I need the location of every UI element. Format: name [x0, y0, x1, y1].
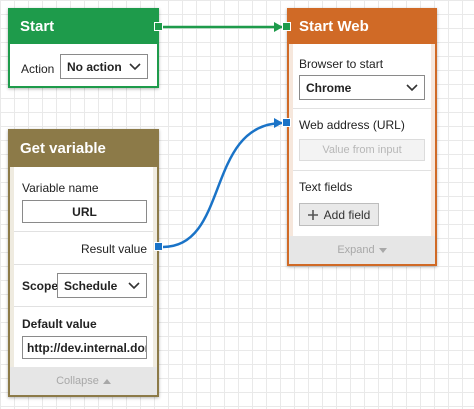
browser-select-value: Chrome: [306, 80, 352, 95]
divider: [293, 108, 431, 109]
result-to-url-connection: [162, 121, 284, 249]
expand-button[interactable]: Expand: [289, 236, 435, 264]
collapse-label: Collapse: [56, 375, 99, 387]
web-address-input-port[interactable]: [282, 118, 291, 127]
variable-node-title: Get variable: [20, 140, 106, 157]
start-node-header[interactable]: Start: [10, 10, 157, 44]
divider: [14, 231, 153, 232]
browser-node-right-rail: [431, 44, 435, 264]
divider: [14, 306, 153, 307]
default-value-value: http://dev.internal.dom: [27, 340, 147, 355]
browser-input-port[interactable]: [282, 22, 291, 31]
plus-icon: [307, 209, 318, 220]
start-web-browser-node[interactable]: Start Web Browser Browser to start Chrom…: [287, 8, 437, 266]
browser-node-left-rail: [289, 44, 293, 264]
scope-select-value: Schedule: [64, 278, 118, 293]
collapse-button[interactable]: Collapse: [10, 367, 157, 395]
divider: [293, 170, 431, 171]
add-field-label: Add field: [323, 207, 371, 222]
expand-label: Expand: [337, 244, 375, 256]
start-output-port[interactable]: [154, 22, 163, 31]
browser-node-header[interactable]: Start Web Browser: [289, 10, 435, 69]
browser-select[interactable]: Chrome: [299, 75, 425, 100]
variable-name-label: Variable name: [22, 181, 99, 195]
action-label: Action: [21, 62, 55, 76]
start-node-title: Start: [20, 18, 55, 35]
value-from-input-button[interactable]: Value from input: [299, 139, 425, 161]
variable-node-left-rail: [10, 167, 14, 395]
chevron-down-icon: [128, 281, 140, 289]
start-node[interactable]: Start Action No action: [8, 8, 159, 88]
scope-select[interactable]: Schedule: [57, 273, 147, 298]
action-select[interactable]: No action: [60, 54, 148, 79]
browser-to-start-label: Browser to start: [299, 57, 384, 71]
result-value-output-port[interactable]: [154, 242, 163, 251]
text-fields-label: Text fields: [299, 180, 353, 194]
get-variable-node[interactable]: Get variable Variable name URL Result va…: [8, 129, 159, 397]
caret-up-icon: [102, 378, 111, 384]
scope-label: Scope: [22, 279, 59, 293]
value-from-input-label: Value from input: [322, 144, 402, 156]
web-address-label: Web address (URL): [299, 118, 405, 132]
action-select-value: No action: [67, 59, 122, 74]
variable-name-value: URL: [72, 204, 97, 219]
divider: [14, 264, 153, 265]
add-field-button[interactable]: Add field: [299, 203, 379, 226]
caret-down-icon: [378, 247, 387, 253]
variable-node-right-rail: [153, 167, 157, 395]
variable-name-input[interactable]: URL: [22, 200, 147, 223]
chevron-down-icon: [129, 62, 141, 70]
chevron-down-icon: [406, 83, 418, 91]
variable-node-header[interactable]: Get variable: [10, 131, 157, 167]
result-value-label: Result value: [80, 242, 147, 256]
default-value-input[interactable]: http://dev.internal.dom: [22, 336, 147, 359]
default-value-label: Default value: [22, 317, 97, 331]
